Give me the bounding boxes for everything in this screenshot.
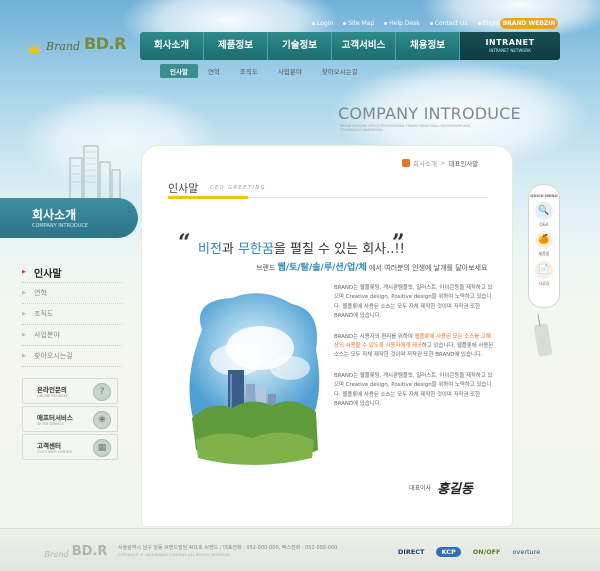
gnb-item-customer-service[interactable]: 고객서비스: [332, 32, 396, 60]
city-sky-image: [189, 293, 320, 465]
left-menu: ▶ 인사말 ▶ 연혁 ▶ 조직도 ▶ 사업분야 ▶ 찾아오시는길: [22, 262, 122, 367]
question-icon: ?: [93, 383, 111, 401]
banner-subtitle: ONLINE REQUEST: [37, 394, 68, 398]
breadcrumb: 회사소개 > 대표인사말: [402, 158, 478, 168]
intranet-subtitle: INTRANET NETWORK: [489, 48, 531, 53]
gnb-item-recruit[interactable]: 채용정보: [396, 32, 460, 60]
subnav-item-organization[interactable]: 조직도: [230, 64, 268, 78]
logo-mark-text: BD.R: [84, 34, 126, 53]
paragraph: BRAND는 웹플롯팅, 게시판템플릿, 일러스트, 아이콘등을 제작하고 있으…: [334, 372, 493, 408]
footer-badges: DIRECT KCP ON/OFF overture: [398, 547, 540, 557]
left-menu-item-history[interactable]: ▶ 연혁: [22, 283, 122, 304]
section-label: 회사소개 COMPANY INTRODUCE: [0, 198, 138, 238]
gnb-item-products[interactable]: 제품정보: [204, 32, 268, 60]
open-quote: “: [178, 230, 191, 256]
quick-menu: QUICK MENU 🔍 Q&A 🍊 제품몰 📄 자료실: [528, 184, 560, 308]
sitemap-link[interactable]: Site Map: [343, 20, 374, 27]
breadcrumb-current: 대표인사말: [448, 160, 479, 168]
subnav-item-history[interactable]: 연혁: [198, 64, 230, 78]
page-title: COMPANY INTRODUCE: [338, 104, 521, 123]
after-service-banner[interactable]: 애프터서비스 AFTER SERVICE ❀: [22, 406, 118, 432]
customer-center-banner[interactable]: 고객센터 CUSTOMER CENTER ▦: [22, 434, 118, 460]
sign-label: 대표이사: [409, 485, 432, 492]
online-request-banner[interactable]: 온라인문의 ONLINE REQUEST ?: [22, 378, 118, 404]
gnb-item-technology[interactable]: 기술정보: [268, 32, 332, 60]
home-icon[interactable]: [402, 159, 410, 167]
logo[interactable]: Brand BD.R: [26, 34, 126, 53]
overture-badge[interactable]: overture: [513, 548, 541, 556]
banner-subtitle: CUSTOMER CENTER: [37, 450, 72, 454]
contact-link[interactable]: Contact Us: [429, 20, 468, 27]
slogan-line-1: 비전과 무한꿈을 펼칠 수 있는 회사..!!: [198, 242, 405, 257]
buildings-illustration: [69, 145, 121, 200]
flower-icon: ❀: [93, 411, 111, 429]
subnav-item-location[interactable]: 찾아오시는길: [312, 64, 368, 78]
sub-nav: 인사말 연혁 조직도 사업분야 찾아오시는길: [160, 64, 368, 78]
section-subtitle: COMPANY INTRODUCE: [32, 223, 89, 229]
orange-icon: 🍊: [535, 231, 553, 249]
ceo-signature: 대표이사 홍길동: [409, 478, 473, 497]
intranet-title: INTRANET: [485, 38, 535, 47]
footer-address: 서울광역시 남구 달동 브랜드빌딩 401호 브랜드 / 대표전화 : 052-…: [118, 545, 338, 551]
content-title-ko: 인사말: [168, 182, 199, 195]
sun-icon: [27, 43, 41, 53]
brand-webzin-button[interactable]: BRAND WEBZIN: [500, 18, 558, 29]
bullet-icon: ▶: [22, 290, 26, 296]
quick-menu-title: QUICK MENU: [530, 193, 558, 198]
paragraph: BRAND는 웹플롯팅, 게시판템플릿, 일러스트, 아이콘등을 제작하고 있으…: [334, 285, 493, 320]
left-menu-item-greeting[interactable]: ▶ 인사말: [22, 262, 122, 283]
section-title: 회사소개: [32, 208, 77, 222]
quick-item-archive[interactable]: 📄 자료실: [533, 261, 555, 287]
content-title-en: CEO GREETING: [210, 185, 266, 191]
intranet-button[interactable]: INTRANET INTRANET NETWORK: [460, 32, 560, 60]
gnb-item-company[interactable]: 회사소개: [140, 32, 204, 60]
content-title: 인사말 CEO GREETING: [168, 180, 488, 199]
footer-copyright: COPYRIGHT © 2006 BRAND COMPANY. ALL RIGH…: [118, 553, 231, 557]
banner-title: 온라인문의: [37, 386, 67, 394]
quick-item-qna[interactable]: 🔍 Q&A: [533, 202, 555, 227]
footer-info: 서울광역시 남구 달동 브랜드빌딩 401호 브랜드 / 대표전화 : 052-…: [118, 545, 337, 559]
quick-item-shop[interactable]: 🍊 제품몰: [533, 231, 555, 257]
document-icon: 📄: [535, 261, 553, 279]
bullet-icon: ▶: [22, 311, 26, 317]
tag-icon: [533, 323, 553, 357]
global-nav: 회사소개 제품정보 기술정보 고객서비스 채용정보 INTRANET INTRA…: [140, 32, 560, 60]
paragraph: BRAND는 사용자의 편리를 위하여 웹플롯에 사용된 모든 소스를 고해상의…: [334, 333, 494, 359]
helpdesk-link[interactable]: Help Desk: [384, 20, 420, 27]
sign-name: 홍길동: [437, 482, 473, 497]
greeting-body: BRAND는 웹플롯팅, 게시판템플릿, 일러스트, 아이콘등을 제작하고 있으…: [334, 284, 494, 420]
slogan-line-2: 브랜드 웹/토/탈/솔/루/션/업/체 에서 여러분의 인생에 날개를 달아보세…: [256, 263, 488, 273]
breadcrumb-item[interactable]: 회사소개: [413, 158, 437, 168]
title-accent-bar: [168, 196, 248, 199]
logo-brand-text: Brand: [46, 40, 81, 53]
bullet-icon: ▶: [22, 269, 26, 275]
left-menu-item-business[interactable]: ▶ 사업분야: [22, 325, 122, 346]
left-menu-item-organization[interactable]: ▶ 조직도: [22, 304, 122, 325]
footer-logo: Brand BD.R: [44, 544, 108, 559]
bullet-icon: ▶: [22, 353, 26, 359]
kcp-badge[interactable]: KCP: [436, 547, 461, 557]
direct-badge[interactable]: DIRECT: [398, 548, 424, 556]
banner-title: 애프터서비스: [37, 414, 73, 422]
subnav-item-greeting[interactable]: 인사말: [160, 64, 198, 78]
building-icon: ▦: [93, 439, 111, 457]
utility-links: Login Site Map Help Desk Contact Us Engl…: [312, 20, 504, 27]
login-link[interactable]: Login: [312, 20, 333, 27]
footer: Brand BD.R 서울광역시 남구 달동 브랜드빌딩 401호 브랜드 / …: [0, 528, 600, 571]
breadcrumb-separator: >: [439, 159, 446, 167]
left-menu-item-location[interactable]: ▶ 찾아오시는길: [22, 346, 122, 367]
banner-subtitle: AFTER SERVICE: [37, 422, 64, 426]
subnav-item-business[interactable]: 사업분야: [268, 64, 312, 78]
banner-title: 고객센터: [37, 442, 61, 450]
magnifier-icon: 🔍: [535, 202, 553, 220]
bullet-icon: ▶: [22, 332, 26, 338]
page-subtitle: BRAND WEBZINE OFFICE PROFESSIONAL TRANSF…: [340, 124, 471, 132]
onoff-badge[interactable]: ON/OFF: [473, 548, 501, 556]
